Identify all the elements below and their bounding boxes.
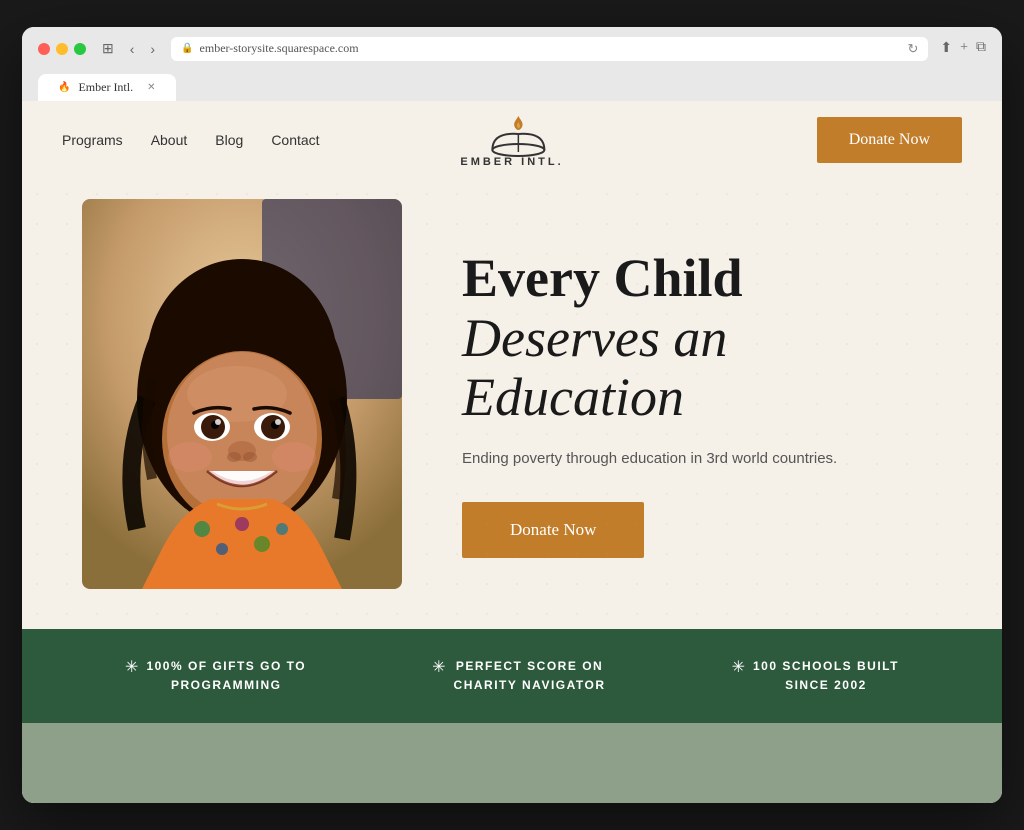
stat-text-3a: 100 SCHOOLS BUILT — [753, 657, 899, 676]
sidebar-toggle-button[interactable]: ⊞ — [98, 38, 118, 59]
back-button[interactable]: ‹ — [126, 39, 139, 59]
tab-title: Ember Intl. — [78, 80, 133, 95]
tab-close-icon[interactable]: ✕ — [147, 82, 155, 93]
active-tab[interactable]: 🔥 Ember Intl. ✕ — [38, 74, 176, 101]
forward-button[interactable]: › — [146, 39, 159, 59]
stat-text-1a: 100% OF GIFTS GO TO — [146, 657, 306, 676]
stat-row-1: ✳ 100% OF GIFTS GO TO PROGRAMMING — [125, 657, 306, 695]
stat-text-2b: CHARITY NAVIGATOR — [454, 676, 606, 695]
stat-star-1: ✳ — [125, 657, 138, 677]
stats-bar: ✳ 100% OF GIFTS GO TO PROGRAMMING ✳ PERF… — [22, 629, 1002, 723]
browser-tabs: 🔥 Ember Intl. ✕ — [38, 69, 986, 101]
stat-item-schools: ✳ 100 SCHOOLS BUILT SINCE 2002 — [732, 657, 899, 695]
hero-headline: Every Child Deserves an Education — [462, 249, 942, 427]
hero-title-line2: Deserves an — [462, 308, 727, 368]
nav-links: Programs About Blog Contact — [62, 132, 320, 148]
stat-text-3b: SINCE 2002 — [753, 676, 899, 695]
browser-controls: ⊞ ‹ › — [98, 38, 159, 59]
close-button[interactable] — [38, 43, 50, 55]
stat-star-3: ✳ — [732, 657, 745, 677]
browser-top-bar: ⊞ ‹ › 🔒 ember-storysite.squarespace.com … — [38, 37, 986, 61]
nav-link-blog[interactable]: Blog — [215, 132, 243, 148]
stat-text-2a: PERFECT SCORE ON — [454, 657, 606, 676]
tabs-icon[interactable]: ⧉ — [976, 40, 986, 57]
tab-favicon: 🔥 — [58, 82, 70, 93]
stat-row-2: ✳ PERFECT SCORE ON CHARITY NAVIGATOR — [432, 657, 605, 695]
hero-section: Every Child Deserves an Education Ending… — [22, 179, 1002, 629]
minimize-button[interactable] — [56, 43, 68, 55]
share-icon[interactable]: ⬆ — [940, 40, 952, 57]
traffic-lights — [38, 43, 86, 55]
stat-row-3: ✳ 100 SCHOOLS BUILT SINCE 2002 — [732, 657, 899, 695]
stat-star-2: ✳ — [432, 657, 445, 677]
hero-title-line3: Education — [462, 367, 684, 427]
nav-link-contact[interactable]: Contact — [271, 132, 319, 148]
logo: EMBER INTL. — [460, 112, 563, 168]
url-text: ember-storysite.squarespace.com — [200, 41, 359, 56]
logo-icon — [488, 112, 536, 152]
refresh-icon[interactable]: ↻ — [907, 41, 918, 57]
address-bar[interactable]: 🔒 ember-storysite.squarespace.com ↻ — [171, 37, 928, 61]
new-tab-icon[interactable]: + — [960, 40, 968, 57]
bottom-section-hint — [22, 723, 1002, 803]
stat-text-1b: PROGRAMMING — [146, 676, 306, 695]
browser-chrome: ⊞ ‹ › 🔒 ember-storysite.squarespace.com … — [22, 27, 1002, 101]
browser-action-buttons: ⬆ + ⧉ — [940, 40, 986, 57]
hero-subtitle: Ending poverty through education in 3rd … — [462, 448, 942, 471]
lock-icon: 🔒 — [181, 43, 193, 54]
nav-link-programs[interactable]: Programs — [62, 132, 123, 148]
stat-item-programming: ✳ 100% OF GIFTS GO TO PROGRAMMING — [125, 657, 306, 695]
stat-item-navigator: ✳ PERFECT SCORE ON CHARITY NAVIGATOR — [432, 657, 605, 695]
hero-image — [82, 199, 402, 589]
fullscreen-button[interactable] — [74, 43, 86, 55]
nav-bar: Programs About Blog Contact — [22, 101, 1002, 179]
nav-donate-button[interactable]: Donate Now — [817, 117, 962, 163]
browser-window: ⊞ ‹ › 🔒 ember-storysite.squarespace.com … — [22, 27, 1002, 803]
hero-text-content: Every Child Deserves an Education Ending… — [462, 229, 942, 558]
nav-link-about[interactable]: About — [151, 132, 188, 148]
hero-donate-button[interactable]: Donate Now — [462, 502, 644, 558]
hero-title-line1: Every Child — [462, 248, 743, 308]
website-content: Programs About Blog Contact — [22, 101, 1002, 803]
